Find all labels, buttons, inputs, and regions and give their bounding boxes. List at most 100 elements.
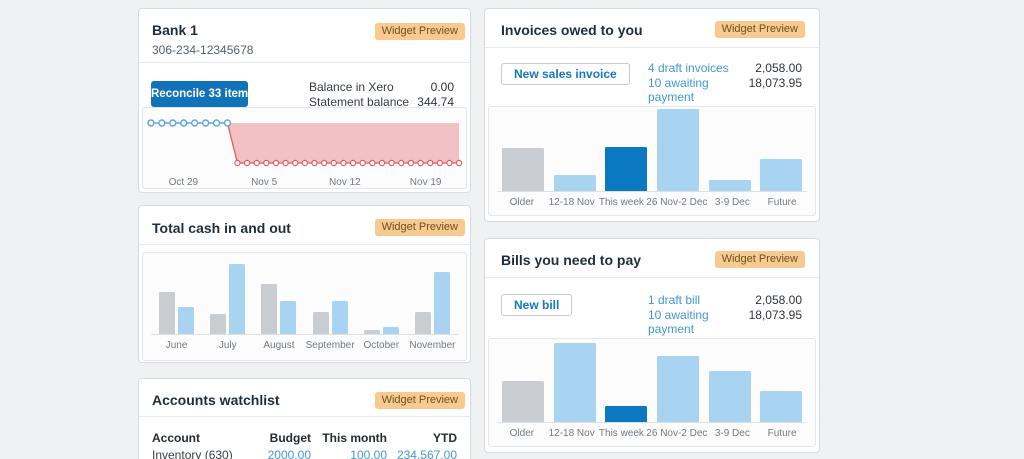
bar-cash-out — [210, 314, 227, 334]
bar-12-18-nov — [553, 175, 596, 191]
bar-group-august — [253, 253, 304, 334]
x-axis-label-nov-5: Nov 5 — [251, 177, 278, 188]
x-axis-label-future: Future — [767, 197, 797, 208]
draft-invoices-row: 4 draft invoices 2,058.00 — [648, 61, 802, 76]
column-header-budget: Budget — [269, 431, 311, 445]
bar-cash-in — [280, 301, 297, 334]
divider — [139, 416, 470, 417]
watchlist-header-row: Account Budget This month YTD — [152, 431, 457, 445]
bar-cash-in — [331, 301, 348, 334]
bar-3-9-dec — [708, 180, 751, 191]
divider — [485, 47, 819, 48]
bar-group-older — [497, 107, 549, 191]
cash-chart-bars — [151, 253, 458, 335]
x-axis-label-3-9-dec: 3-9 Dec — [714, 428, 750, 439]
awaiting-payment-amount: 18,073.95 — [748, 307, 802, 322]
invoices-owed-widget: Invoices owed to you Widget Preview New … — [484, 8, 820, 222]
bar-group-3-9-dec — [704, 339, 756, 422]
bar-cash-in — [433, 272, 450, 334]
widget-preview-badge: Widget Preview — [374, 23, 465, 40]
x-axis-label-26-nov-2-dec: 26 Nov-2 Dec — [646, 428, 708, 439]
bar-group-july — [202, 253, 253, 334]
x-axis-label-future: Future — [767, 428, 797, 439]
x-axis-label-nov-12: Nov 12 — [329, 177, 361, 188]
bills-chart-x-axis: Older 12-18 Nov This week 26 Nov-2 Dec 3-9 D… — [497, 423, 807, 439]
total-cash-widget: Total cash in and out Widget Preview Jun… — [138, 205, 471, 363]
bar-26-nov-2-dec — [656, 356, 699, 422]
widget-preview-badge: Widget Preview — [714, 251, 805, 268]
draft-bill-link[interactable]: 1 draft bill — [648, 293, 700, 308]
bills-chart-bars — [497, 339, 807, 423]
x-axis-label-nov-19: Nov 19 — [409, 177, 442, 188]
reconcile-button[interactable]: Reconcile 33 items — [151, 81, 255, 107]
awaiting-payment-amount: 18,073.95 — [748, 75, 802, 90]
ytd-value-link[interactable]: 234,567.00 — [397, 448, 457, 459]
x-axis-label-this-week: This week — [598, 197, 644, 208]
total-cash-title: Total cash in and out — [152, 220, 291, 236]
awaiting-payment-row: 10 awaiting payment 18,073.95 — [648, 76, 802, 105]
bar-cash-out — [312, 312, 329, 334]
cash-chart-x-axis: June July August September October November — [151, 335, 458, 351]
x-axis-label-26-nov-2-dec: 26 Nov-2 Dec — [646, 197, 708, 208]
divider — [485, 277, 819, 278]
x-axis-label-3-9-dec: 3-9 Dec — [714, 197, 750, 208]
bar-group-june — [151, 253, 202, 334]
bar-group-12-18-nov — [549, 339, 601, 422]
bar-older — [501, 381, 544, 422]
x-axis-label-august: August — [263, 340, 295, 351]
account-name: Inventory (630) — [152, 448, 233, 459]
bank-account-number: 306-234-12345678 — [152, 43, 254, 57]
x-axis-label-november: November — [409, 340, 456, 351]
invoices-owed-title: Invoices owed to you — [501, 22, 643, 38]
dashboard-canvas: Bank 1 306-234-12345678 Widget Preview R… — [0, 0, 1024, 459]
awaiting-payment-link[interactable]: 10 awaiting payment — [648, 308, 749, 337]
draft-invoices-link[interactable]: 4 draft invoices — [648, 61, 729, 76]
bar-cash-in — [382, 327, 399, 334]
bar-group-3-9-dec — [704, 107, 756, 191]
bills-chart: Older 12-18 Nov This week 26 Nov-2 Dec 3-9 D… — [488, 338, 816, 447]
bar-group-this-week — [600, 339, 652, 422]
bar-cash-in — [178, 307, 195, 334]
bar-cash-in — [229, 264, 246, 334]
bar-group-future — [755, 107, 807, 191]
divider — [139, 244, 470, 245]
bar-group-november — [407, 253, 458, 334]
new-bill-button[interactable]: New bill — [501, 294, 573, 316]
awaiting-payment-link[interactable]: 10 awaiting payment — [648, 76, 749, 105]
watchlist-row-inventory: Inventory (630) 2000.00 100.00 234,567.0… — [152, 448, 457, 459]
bar-group-october — [356, 253, 407, 334]
bar-group-26-nov-2-dec — [652, 339, 704, 422]
invoices-chart-bars — [497, 107, 807, 192]
balance-in-xero-row: Balance in Xero 0.00 — [309, 80, 454, 95]
x-axis-label-12-18-nov: 12-18 Nov — [548, 428, 595, 439]
bar-group-future — [755, 339, 807, 422]
bank-chart-x-axis: Oct 29 Nov 5 Nov 12 Nov 19 — [143, 175, 466, 188]
awaiting-payment-row: 10 awaiting payment 18,073.95 — [648, 308, 802, 337]
bar-3-9-dec — [708, 371, 751, 422]
x-axis-label-older: Older — [509, 428, 535, 439]
column-header-this-month: This month — [322, 431, 387, 445]
bar-group-this-week — [600, 107, 652, 191]
bank-widget-title: Bank 1 — [152, 22, 198, 38]
widget-preview-badge: Widget Preview — [714, 21, 805, 38]
widget-preview-badge: Widget Preview — [374, 392, 465, 409]
bank-balance-chart: Oct 29 Nov 5 Nov 12 Nov 19 — [142, 107, 467, 189]
new-sales-invoice-button[interactable]: New sales invoice — [501, 63, 630, 85]
budget-value-link[interactable]: 2000.00 — [268, 448, 311, 459]
x-axis-label-july: July — [218, 340, 237, 351]
x-axis-label-october: October — [363, 340, 400, 351]
accounts-watchlist-widget: Accounts watchlist Widget Preview Accoun… — [138, 378, 471, 459]
x-axis-label-oct-29: Oct 29 — [168, 177, 199, 188]
bar-cash-out — [363, 330, 380, 334]
bills-to-pay-widget: Bills you need to pay Widget Preview New… — [484, 238, 820, 453]
cash-in-out-chart: June July August September October November — [142, 252, 467, 361]
x-axis-label-12-18-nov: 12-18 Nov — [548, 197, 595, 208]
this-month-value-link[interactable]: 100.00 — [350, 448, 387, 459]
balance-in-xero-value: 0.00 — [430, 80, 454, 94]
bar-group-september — [305, 253, 356, 334]
bar-this-week — [605, 147, 648, 191]
draft-bill-amount: 2,058.00 — [755, 293, 802, 307]
draft-invoices-amount: 2,058.00 — [755, 61, 802, 75]
x-axis-label-september: September — [305, 340, 355, 351]
widget-preview-badge: Widget Preview — [374, 219, 465, 236]
